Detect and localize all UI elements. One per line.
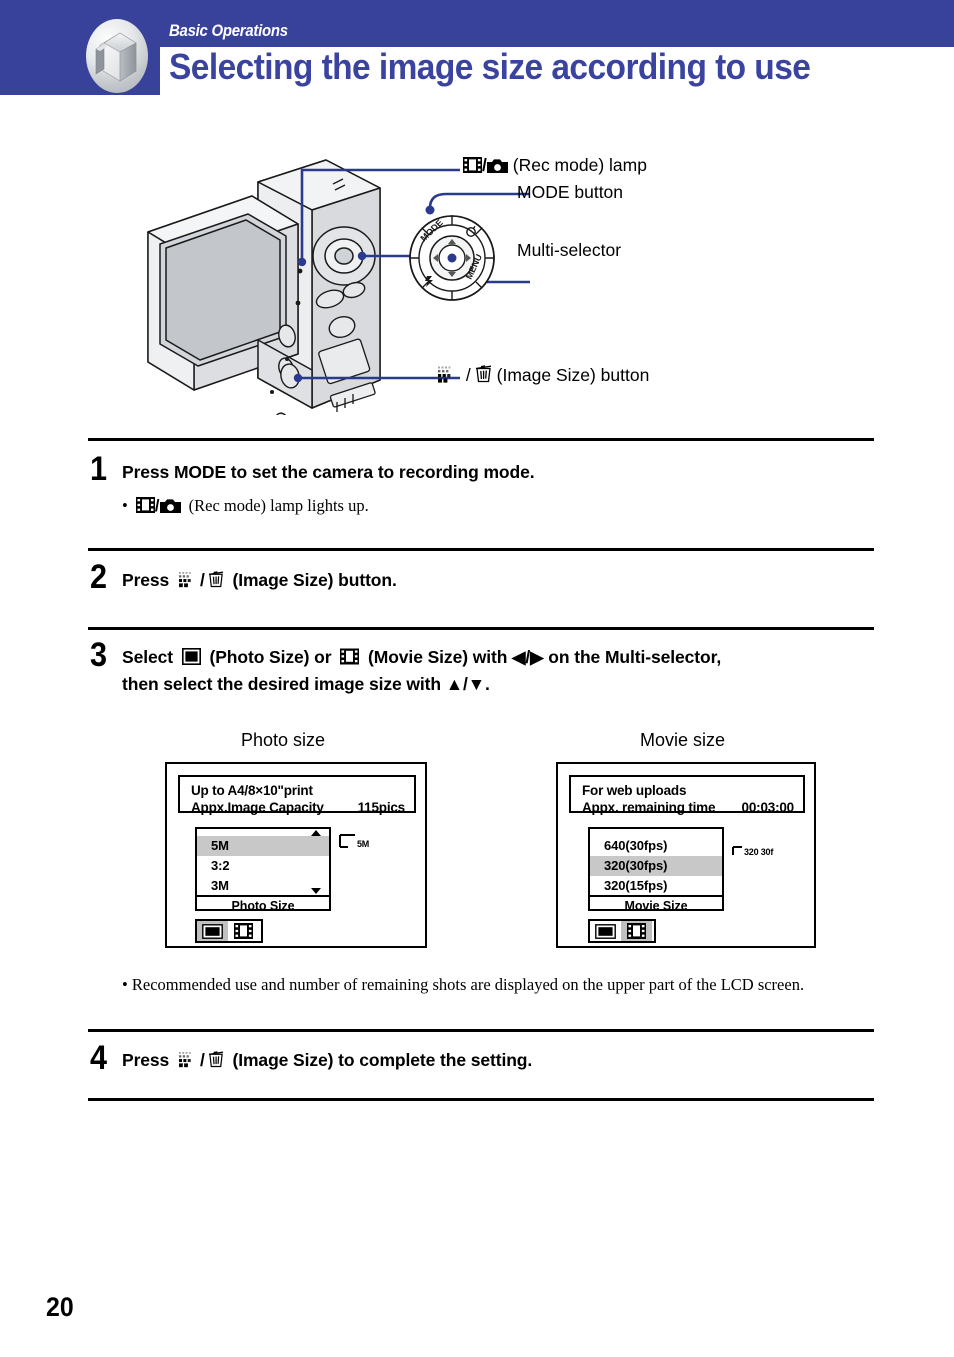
photo-option-2[interactable]: 3M: [197, 876, 329, 896]
photo-size-lcd: Up to A4/8×10"print Appx.Image Capacity …: [165, 762, 427, 948]
step-1-substep: • / (Rec mode) lamp lights up.: [122, 496, 369, 518]
callout-image-size-button-label: (Image Size) button: [496, 365, 650, 385]
image-size-grid-icon: [178, 570, 197, 595]
cube-logo-icon: [86, 19, 148, 93]
photo-size-indicator-label: 5M: [357, 839, 370, 849]
camera-icon: [486, 157, 508, 178]
callout-mode-button: MODE button: [517, 182, 623, 203]
movie-option-0[interactable]: 640(30fps): [590, 836, 722, 856]
photo-info-label: Appx.Image Capacity: [191, 800, 324, 815]
photo-size-icon: [181, 647, 201, 672]
movie-info-label: Appx. remaining time: [582, 800, 716, 815]
rule-step-3: [88, 627, 874, 630]
step-3-line1-c: (Movie Size) with ◀/▶ on the Multi-selec…: [368, 647, 722, 667]
movie-icon: [135, 497, 155, 518]
photo-info-line1: Up to A4/8×10"print: [191, 783, 313, 798]
callout-image-size-button: / (Image Size) button: [438, 364, 649, 388]
photo-size-indicator-icon: [339, 834, 355, 848]
movie-option-2[interactable]: 320(15fps): [590, 876, 722, 896]
trash-icon: [208, 570, 224, 595]
step-4-text-after: (Image Size) to complete the setting.: [232, 1050, 533, 1070]
photo-panel-tabbar[interactable]: [195, 919, 263, 943]
image-size-grid-icon: [178, 1050, 197, 1075]
trash-icon: [208, 1050, 224, 1075]
movie-size-icon: [340, 647, 360, 672]
rule-step-2: [88, 548, 874, 551]
step-3-line2: then select the desired image size with …: [122, 674, 490, 694]
step-1-bullet: •: [122, 496, 128, 515]
callout-mode-button-label: MODE button: [517, 182, 624, 202]
photo-tab-icon[interactable]: [590, 921, 621, 941]
step-1-substep-label: (Rec mode) lamp lights up.: [188, 496, 369, 515]
rule-step-1: [88, 438, 874, 441]
rule-step-4-bottom: [88, 1098, 874, 1101]
photo-size-indicator: 5M: [339, 834, 369, 849]
movie-icon: [463, 157, 482, 178]
movie-size-indicator: 320 30f: [732, 846, 773, 857]
scroll-up-arrow-icon[interactable]: [311, 830, 321, 836]
header-kicker: Basic Operations: [169, 21, 288, 40]
rule-step-4: [88, 1029, 874, 1032]
step-3-line1-b: (Photo Size) or: [209, 647, 332, 667]
photo-list-footer: Photo Size: [197, 895, 329, 916]
photo-size-option-list[interactable]: 5M 3:2 3M Photo Size: [195, 827, 331, 913]
movie-panel-tabbar[interactable]: [588, 919, 656, 943]
step-3-text: Select (Photo Size) or (Movie Size) with…: [122, 645, 882, 697]
scroll-down-arrow-icon[interactable]: [311, 888, 321, 894]
movie-size-caption: Movie size: [640, 730, 726, 750]
lcd-note: • Recommended use and number of remainin…: [122, 975, 805, 994]
photo-option-1[interactable]: 3:2: [197, 856, 329, 876]
step-3-number: 3: [90, 636, 108, 674]
camera-icon: [159, 498, 181, 518]
step-4-number: 4: [90, 1039, 108, 1077]
image-size-grid-icon: [438, 366, 457, 388]
movie-info-value: 00:03:00: [741, 800, 795, 815]
photo-size-caption: Photo size: [241, 730, 326, 750]
callout-rec-mode-lamp: / (Rec mode) lamp: [463, 155, 647, 178]
movie-option-1[interactable]: 320(30fps): [590, 856, 722, 876]
step-2-number: 2: [90, 558, 108, 596]
step-4-text: Press / (Image Size) to complete the set…: [122, 1048, 532, 1075]
step-3-line1-a: Select: [122, 647, 173, 667]
photo-tab-icon[interactable]: [197, 921, 228, 941]
callout-multi-selector: Multi-selector: [517, 240, 621, 261]
photo-option-0[interactable]: 5M: [197, 836, 329, 856]
step-2-text-before: Press: [122, 570, 170, 590]
movie-info-box: For web uploads Appx. remaining time 00:…: [569, 775, 805, 815]
photo-info-value: 115pics: [357, 800, 406, 815]
movie-size-indicator-icon: [732, 846, 742, 855]
photo-info-box: Up to A4/8×10"print Appx.Image Capacity …: [178, 775, 416, 815]
movie-size-option-list[interactable]: 640(30fps) 320(30fps) 320(15fps) Movie S…: [588, 827, 724, 913]
movie-tab-icon[interactable]: [228, 921, 259, 941]
trash-icon: [475, 364, 492, 388]
step-4-text-before: Press: [122, 1050, 170, 1070]
page-number: 20: [46, 1292, 74, 1322]
movie-info-line1: For web uploads: [582, 783, 687, 798]
movie-size-lcd: For web uploads Appx. remaining time 00:…: [556, 762, 816, 948]
callout-rec-mode-lamp-label: (Rec mode) lamp: [512, 155, 647, 175]
step-2-text-after: (Image Size) button.: [232, 570, 397, 590]
page-title: Selecting the image size according to us…: [169, 46, 811, 87]
callout-multi-selector-label: Multi-selector: [517, 240, 622, 260]
step-1-text: Press MODE to set the camera to recordin…: [122, 462, 535, 482]
movie-tab-icon[interactable]: [621, 921, 652, 941]
step-2-text: Press / (Image Size) button.: [122, 568, 397, 595]
step-1-number: 1: [90, 450, 108, 488]
movie-list-footer: Movie Size: [590, 895, 722, 916]
movie-size-indicator-label: 320 30f: [744, 847, 774, 857]
